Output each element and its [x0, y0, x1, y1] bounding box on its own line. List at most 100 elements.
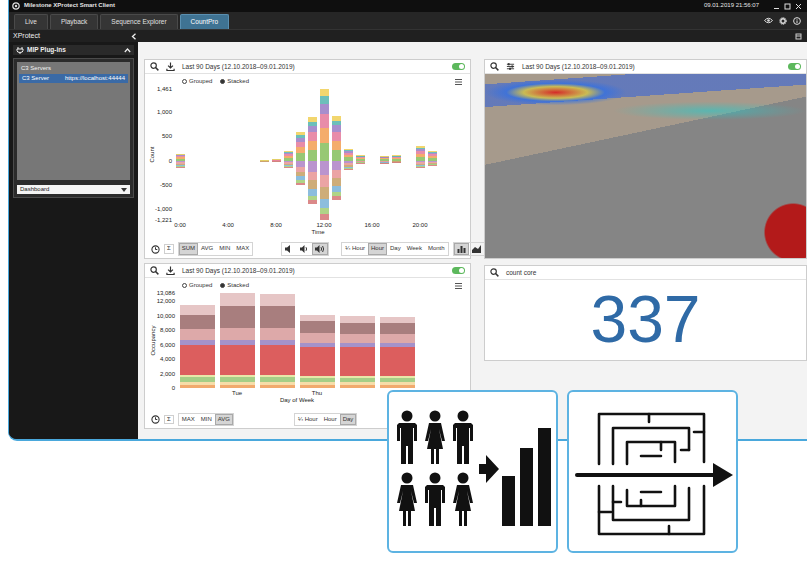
- interval-button[interactable]: Month: [425, 243, 448, 254]
- eye-icon[interactable]: [764, 17, 773, 24]
- mode-option[interactable]: Grouped: [182, 78, 212, 85]
- tab[interactable]: Sequence Explorer: [100, 14, 177, 29]
- chart-type-button[interactable]: [454, 243, 469, 255]
- bar-column: [390, 89, 402, 220]
- sum-toggle-button[interactable]: Σ: [164, 244, 174, 253]
- expand-icon[interactable]: [124, 48, 131, 53]
- segment-fill: [380, 156, 389, 157]
- bar-column: [234, 89, 246, 220]
- mode-option[interactable]: Stacked: [220, 282, 249, 289]
- bar-segment: [272, 161, 281, 162]
- interval-button[interactable]: ¼ Hour: [295, 414, 321, 425]
- bar-column: [306, 89, 318, 220]
- audio-button[interactable]: [282, 243, 297, 255]
- menu-icon[interactable]: [455, 79, 462, 85]
- interval-button[interactable]: Day: [340, 414, 357, 425]
- aggregate-button[interactable]: SUM: [179, 243, 198, 254]
- tab[interactable]: Playback: [50, 14, 98, 29]
- bar-positive: [296, 89, 305, 160]
- plugin-header[interactable]: MIP Plug-ins: [13, 45, 134, 55]
- audio-button[interactable]: [312, 243, 328, 255]
- radio-button[interactable]: [220, 283, 225, 288]
- download-icon[interactable]: [166, 266, 175, 275]
- bar-segment: [332, 116, 341, 120]
- interval-button[interactable]: Week: [404, 243, 425, 254]
- app-logo-icon: [12, 2, 20, 10]
- radio-button[interactable]: [182, 283, 187, 288]
- segment-fill: [176, 156, 185, 157]
- bar-segment: [220, 328, 255, 340]
- bar-segment: [344, 151, 353, 153]
- sum-toggle-button[interactable]: Σ: [164, 415, 174, 424]
- interval-button[interactable]: Day: [387, 243, 404, 254]
- mode-option[interactable]: Stacked: [220, 78, 249, 85]
- bar-segment: [320, 114, 329, 128]
- bar-positive: [272, 89, 281, 160]
- minimize-icon[interactable]: [773, 3, 780, 10]
- mode-option[interactable]: Grouped: [182, 282, 212, 289]
- segment-fill: [284, 154, 293, 156]
- segment-fill: [180, 375, 215, 377]
- segment-fill: [428, 153, 437, 154]
- history-icon[interactable]: [151, 245, 160, 254]
- segment-fill: [416, 146, 425, 147]
- tab[interactable]: Live: [14, 14, 48, 29]
- segment-fill: [260, 345, 295, 375]
- interval-button[interactable]: ¼ Hour: [342, 243, 368, 254]
- layout-icon[interactable]: [795, 33, 802, 40]
- segment-fill: [296, 183, 305, 185]
- aggregate-button[interactable]: MAX: [179, 414, 198, 425]
- segment-fill: [380, 334, 415, 343]
- aggregate-button[interactable]: AVG: [198, 243, 216, 254]
- segment-fill: [272, 159, 281, 160]
- search-icon[interactable]: [490, 268, 499, 277]
- menu-icon[interactable]: [455, 283, 462, 289]
- help-icon[interactable]: [793, 17, 801, 25]
- radio-button[interactable]: [182, 79, 187, 84]
- server-item[interactable]: C3 Serverhttps://localhost:44444: [19, 74, 128, 83]
- interval-button[interactable]: Hour: [368, 243, 387, 254]
- download-icon: [166, 266, 175, 275]
- settings-icon[interactable]: [779, 17, 787, 25]
- collapse-icon[interactable]: [131, 33, 137, 40]
- x-tick-slot: 4:00: [222, 220, 234, 229]
- history-icon[interactable]: [151, 415, 160, 424]
- enable-toggle[interactable]: [452, 63, 465, 70]
- bar-segment: [380, 156, 389, 157]
- segment-fill: [416, 151, 425, 154]
- bar-segment: [392, 156, 401, 157]
- maximize-icon[interactable]: [784, 3, 791, 10]
- bar-segment: [260, 161, 269, 162]
- bar-segment: [428, 156, 437, 158]
- bar-column: [177, 293, 217, 388]
- download-icon[interactable]: [166, 62, 175, 71]
- radio-button[interactable]: [220, 79, 225, 84]
- enable-toggle[interactable]: [452, 267, 465, 274]
- y-tick-label: 500: [162, 132, 172, 140]
- view-dropdown[interactable]: Dashboard: [17, 185, 130, 194]
- chart-type-button[interactable]: [469, 243, 484, 255]
- minimize-icon: [773, 3, 780, 10]
- bar-segment: [416, 167, 425, 168]
- search-icon[interactable]: [150, 62, 159, 71]
- segment-fill: [320, 187, 329, 199]
- search-icon[interactable]: [490, 62, 499, 71]
- aggregate-button[interactable]: MIN: [198, 414, 215, 425]
- aggregate-button[interactable]: MAX: [233, 243, 252, 254]
- aggregate-button[interactable]: MIN: [216, 243, 233, 254]
- audio-button[interactable]: [297, 243, 312, 255]
- settings-sliders-icon[interactable]: [506, 62, 515, 71]
- enable-toggle[interactable]: [788, 63, 801, 70]
- layout-icon: [795, 33, 802, 40]
- tab[interactable]: CountPro: [180, 14, 229, 29]
- segment-fill: [260, 161, 269, 162]
- y-tick-label: 13,086: [157, 289, 175, 297]
- search-icon[interactable]: [150, 266, 159, 275]
- segment-fill: [344, 151, 353, 153]
- aggregate-button[interactable]: AVG: [215, 414, 233, 425]
- close-icon[interactable]: [795, 3, 802, 10]
- interval-button[interactable]: Hour: [321, 414, 340, 425]
